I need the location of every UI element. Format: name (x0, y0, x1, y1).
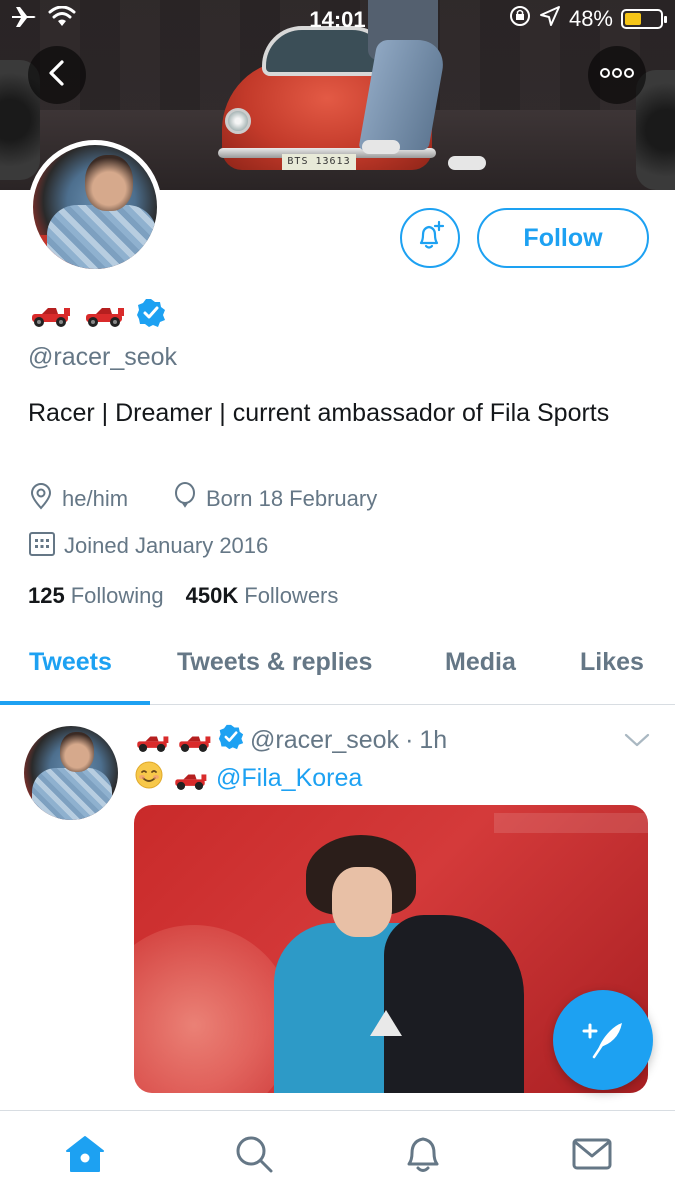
profile-avatar[interactable] (28, 140, 162, 274)
profile-bio: Racer | Dreamer | current ambassador of … (28, 399, 610, 427)
banner-license-plate: BTS 13613 (282, 154, 356, 170)
tab-media[interactable]: Media (445, 648, 516, 677)
home-icon (64, 1134, 106, 1179)
banner-car-light-left (225, 108, 251, 134)
back-button[interactable] (28, 46, 86, 104)
status-bar: 14:01 48% (0, 0, 675, 40)
birthday-text: Born 18 February (206, 486, 378, 511)
compose-feather-icon (580, 1015, 626, 1066)
tweet-avatar[interactable] (24, 726, 118, 820)
tweet-mention-link[interactable]: @Fila_Korea (216, 764, 362, 793)
follow-counts: 125 Following 450K Followers (28, 583, 338, 609)
tab-likes[interactable]: Likes (580, 648, 644, 677)
banner-shoe (448, 156, 486, 170)
joined-text: Joined January 2016 (64, 533, 269, 558)
follow-button[interactable]: Follow (477, 208, 649, 268)
balloon-icon (172, 482, 198, 516)
tweet-header: @racer_seok · 1h (134, 724, 447, 757)
tweet-separator: · (405, 726, 414, 754)
nav-search[interactable] (231, 1133, 277, 1179)
search-icon (234, 1134, 274, 1179)
display-name (28, 298, 166, 333)
racing-car-emoji (28, 304, 72, 328)
joined-row: Joined January 2016 (28, 529, 268, 563)
battery-percent: 48% (568, 6, 613, 31)
followers-count: 450K (185, 583, 239, 608)
chevron-down-icon (624, 733, 650, 752)
tab-tweets-replies[interactable]: Tweets & replies (177, 648, 372, 677)
active-tab-indicator (0, 701, 150, 705)
following-link[interactable]: 125 Following (28, 583, 164, 609)
tweet-menu-button[interactable] (624, 732, 650, 753)
profile-tabs: Tweets Tweets & replies Media Likes (0, 630, 675, 705)
more-dots-icon (600, 66, 634, 84)
location-arrow-icon (539, 5, 561, 33)
nav-messages[interactable] (569, 1133, 615, 1179)
messages-icon (571, 1137, 613, 1176)
tab-tweets[interactable]: Tweets (29, 648, 112, 677)
calendar-icon (28, 529, 56, 563)
compose-tweet-button[interactable] (553, 990, 653, 1090)
tweet-time: 1h (419, 726, 448, 754)
banner-shoe (362, 140, 400, 154)
battery-icon (621, 9, 667, 29)
bottom-navigation (0, 1110, 675, 1200)
racing-car-emoji (82, 304, 126, 328)
location-pin-icon (28, 482, 54, 516)
pronouns-row: he/him (28, 482, 128, 516)
nav-notifications[interactable] (400, 1133, 446, 1179)
following-label: Following (70, 583, 164, 608)
tweet-handle[interactable]: @racer_seok (250, 726, 399, 755)
notifications-icon (403, 1133, 443, 1180)
bell-plus-icon (413, 219, 447, 258)
profile-handle: @racer_seok (28, 343, 178, 371)
pronouns-text: he/him (62, 486, 129, 511)
birthday-row: Born 18 February (172, 482, 377, 516)
verified-badge-icon (136, 298, 166, 333)
orientation-lock-icon (509, 5, 531, 33)
tweet-text: @Fila_Korea (134, 760, 362, 797)
more-options-button[interactable] (588, 46, 646, 104)
smiling-face-emoji (134, 760, 164, 797)
following-count: 125 (28, 583, 65, 608)
followers-link[interactable]: 450K Followers (186, 583, 339, 609)
chevron-left-icon (46, 59, 68, 92)
notify-button[interactable] (400, 208, 460, 268)
racing-car-emoji (172, 769, 208, 790)
racing-car-emoji (134, 731, 170, 752)
followers-label: Followers (244, 583, 339, 608)
racing-car-emoji (176, 731, 212, 752)
verified-badge-icon (218, 724, 244, 757)
nav-home[interactable] (62, 1133, 108, 1179)
